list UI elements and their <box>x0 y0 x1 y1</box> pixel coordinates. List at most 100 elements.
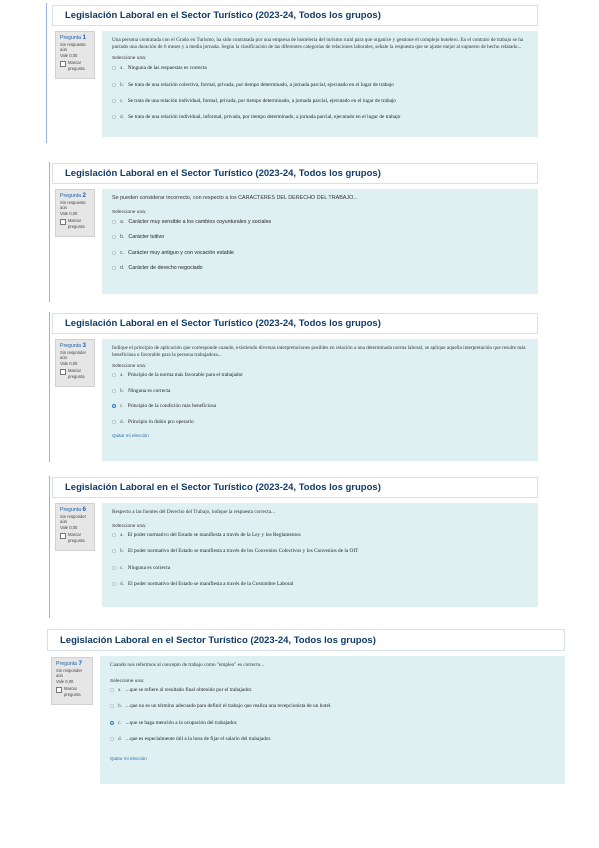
question-2-option-a[interactable]: a. Carácter muy sensible a los cambios co… <box>112 219 528 226</box>
question-2-option-b[interactable]: b. Carácter tuitivo <box>112 234 528 241</box>
question-6-option-a[interactable]: a. El poder normativo del Estado se manif… <box>112 532 528 539</box>
question-3-flag[interactable]: Marcar pregunta <box>60 368 90 379</box>
question-1-number: Pregunta 1 <box>60 34 86 41</box>
question-7-select-label: Seleccione una: <box>110 678 145 684</box>
question-6-score: Vale 0,00 <box>60 524 78 530</box>
question-3-left-rule <box>49 312 50 462</box>
radio-icon[interactable] <box>112 219 116 224</box>
flag-icon <box>60 61 66 68</box>
question-7-clear-choice-link[interactable]: Quitar mi elección <box>110 756 555 761</box>
radio-selected-icon[interactable] <box>112 404 116 409</box>
question-3-content: Indique el principio de aplicación que c… <box>102 339 538 461</box>
radio-icon[interactable] <box>112 250 116 255</box>
radio-selected-icon[interactable] <box>110 720 114 725</box>
question-3-option-d[interactable]: d. Principio in dubio pro operario <box>112 419 528 426</box>
question-3-status: Sin responder aún <box>60 349 87 361</box>
question-1-option-d[interactable]: d. Se trata de una relación individual, i… <box>112 114 528 121</box>
question-3-info: Pregunta 3 Sin responder aún Vale 0,00 M… <box>55 339 95 387</box>
question-7-option-d[interactable]: d. ...que es especialmente útil a la hora… <box>110 736 555 743</box>
question-6-left-rule <box>49 476 50 618</box>
question-3-option-c[interactable]: c. Principio de la condición más benefici… <box>112 403 528 410</box>
question-3-score: Vale 0,00 <box>60 360 78 366</box>
question-2-content: Se pueden considerar incorrecto, con res… <box>102 189 538 294</box>
question-1-flag[interactable]: Marcar pregunta <box>60 60 90 71</box>
question-1-option-c[interactable]: c. Se trata de una relación individual, f… <box>112 98 528 105</box>
radio-icon[interactable] <box>110 687 114 692</box>
question-7-info: Pregunta 7 Sin responder aún Vale 0,00 M… <box>51 657 93 705</box>
radio-icon[interactable] <box>112 99 116 104</box>
question-2-number: Pregunta 2 <box>60 192 86 199</box>
question-1-content: Una persona contratada con el Grado en T… <box>102 31 538 137</box>
question-6-content: Respecto a las fuentes del Derecho del T… <box>102 503 538 607</box>
question-7-text: Cuando nos referimos al concepto de trab… <box>110 662 265 668</box>
question-6-number: Pregunta 6 <box>60 506 86 513</box>
question-7-option-a[interactable]: a. ...que se refiere al resultado final o… <box>110 687 555 694</box>
radio-icon[interactable] <box>112 549 116 554</box>
question-2-select-label: Seleccione una: <box>112 209 147 215</box>
flag-icon <box>60 533 66 540</box>
question-6-option-d[interactable]: d. El poder normativo del Estado se manif… <box>112 581 528 588</box>
question-block-7: Legislación Laboral en el Sector Turísti… <box>0 626 599 786</box>
question-2-text: Se pueden considerar incorrecto, con res… <box>112 195 358 201</box>
question-3-number: Pregunta 3 <box>60 342 86 349</box>
question-2-info: Pregunta 2 Sin respuesta aún Vale 0,00 M… <box>55 189 95 237</box>
radio-icon[interactable] <box>112 582 116 587</box>
question-3-header: Legislación Laboral en el Sector Turísti… <box>52 313 538 334</box>
question-2-status: Sin respuesta aún <box>60 199 86 211</box>
question-2-flag[interactable]: Marcar pregunta <box>60 218 90 229</box>
radio-icon[interactable] <box>112 235 116 240</box>
radio-icon[interactable] <box>112 266 116 271</box>
question-6-option-c[interactable]: c. Ninguna es correcta <box>112 565 528 572</box>
question-1-select-label: Seleccione una: <box>112 56 147 62</box>
question-7-header: Legislación Laboral en el Sector Turísti… <box>47 629 565 651</box>
question-1-left-rule <box>46 3 47 143</box>
question-3-clear-choice-link[interactable]: Quitar mi elección <box>112 433 528 438</box>
radio-icon[interactable] <box>112 419 116 424</box>
question-6-flag[interactable]: Marcar pregunta <box>60 532 90 543</box>
question-7-number: Pregunta 7 <box>56 660 82 667</box>
question-6-text: Respecto a las fuentes del Derecho del T… <box>112 509 275 515</box>
question-6-header: Legislación Laboral en el Sector Turísti… <box>52 477 538 498</box>
question-7-option-c[interactable]: c. ...que se haga mención a la ocupación … <box>110 720 555 727</box>
question-6-option-b[interactable]: b. El poder normativo del Estado se manif… <box>112 548 528 555</box>
question-2-score: Vale 0,00 <box>60 210 78 216</box>
question-1-info: Pregunta 1 Sin respuesta aún Vale 0,00 M… <box>55 31 95 79</box>
radio-icon[interactable] <box>112 82 116 87</box>
question-block-3: Legislación Laboral en el Sector Turísti… <box>0 308 599 466</box>
radio-icon[interactable] <box>112 66 116 71</box>
question-block-1: Legislación Laboral en el Sector Turísti… <box>0 0 599 150</box>
question-7-content: Cuando nos referimos al concepto de trab… <box>100 656 565 784</box>
radio-icon[interactable] <box>112 114 116 119</box>
question-2-option-c[interactable]: c. Carácter muy antiguo y con vocación es… <box>112 250 528 257</box>
flag-icon <box>56 687 62 694</box>
question-1-option-b[interactable]: b. Se trata de una relación colectiva, fo… <box>112 82 528 89</box>
question-1-option-a[interactable]: a. Ninguna de las respuestas es correcta <box>112 65 528 72</box>
question-block-2: Legislación Laboral en el Sector Turísti… <box>0 158 599 308</box>
question-1-header: Legislación Laboral en el Sector Turísti… <box>52 5 538 26</box>
question-6-info: Pregunta 6 Sin responder aún Vale 0,00 M… <box>55 503 95 551</box>
question-6-select-label: Seleccione una: <box>112 523 147 529</box>
question-7-score: Vale 0,00 <box>56 678 74 684</box>
question-3-option-b[interactable]: b. Ninguna es correcta <box>112 388 528 395</box>
question-3-option-a[interactable]: a. Principio de la norma más favorable pa… <box>112 372 528 379</box>
question-1-score: Vale 0,00 <box>60 52 78 58</box>
question-7-option-b[interactable]: b. ...que no es un término adecuado para … <box>110 703 555 710</box>
question-7-flag[interactable]: Marcar pregunta <box>56 686 88 697</box>
radio-icon[interactable] <box>112 388 116 393</box>
question-2-header: Legislación Laboral en el Sector Turísti… <box>52 163 538 184</box>
radio-icon[interactable] <box>112 373 116 378</box>
question-7-status: Sin responder aún <box>56 667 83 679</box>
question-3-select-label: Seleccione una: <box>112 364 147 370</box>
radio-icon[interactable] <box>110 704 114 709</box>
question-2-left-rule <box>49 162 50 302</box>
radio-icon[interactable] <box>112 565 116 570</box>
question-1-status: Sin respuesta aún <box>60 41 86 53</box>
radio-icon[interactable] <box>110 737 114 742</box>
question-1-text: Una persona contratada con el Grado en T… <box>112 37 524 50</box>
question-block-6: Legislación Laboral en el Sector Turísti… <box>0 472 599 622</box>
question-6-status: Sin responder aún <box>60 513 87 525</box>
radio-icon[interactable] <box>112 532 116 537</box>
flag-icon <box>60 369 66 376</box>
question-3-text: Indique el principio de aplicación que c… <box>112 345 526 358</box>
question-2-option-d[interactable]: d. Carácter de derecho negociado <box>112 265 528 272</box>
